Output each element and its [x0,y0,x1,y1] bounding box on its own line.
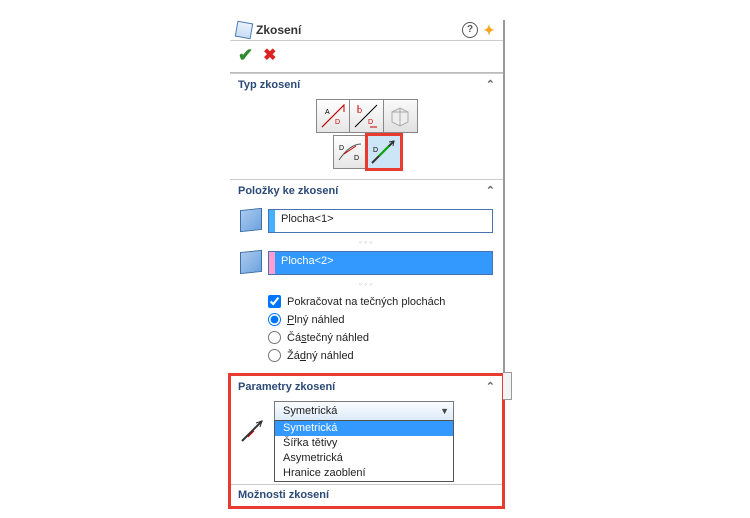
hold-line-icon [240,419,266,443]
symmetry-dropdown-list: Symetrická Šířka tětivy Asymetrická Hran… [274,420,454,482]
section-title-type: Typ zkosení [238,79,300,91]
side-tab[interactable] [503,372,512,400]
chevron-up-icon: ⌃ [486,380,495,393]
svg-text:A: A [325,109,330,116]
section-title-items: Položky ke zkosení [238,185,338,197]
symmetry-dropdown[interactable]: Symetrická ▼ [274,401,454,421]
dropdown-option[interactable]: Hranice zaoblení [275,466,453,481]
face-set-2-input[interactable]: Plocha<2> [268,251,493,275]
preview-full-input[interactable] [268,313,281,326]
svg-text:D: D [373,147,378,154]
preview-partial-label: Částečný náhled [287,332,369,344]
dropdown-option[interactable]: Asymetrická [275,451,453,466]
svg-text:D: D [335,119,340,126]
dropdown-option[interactable]: Šířka tětivy [275,436,453,451]
preview-full-radio[interactable]: Plný náhled [268,313,493,326]
section-header-type[interactable]: Typ zkosení ⌃ [230,74,503,95]
section-title-options: Možnosti zkosení [238,489,329,501]
svg-text:D: D [354,155,359,162]
section-header-options[interactable]: Možnosti zkosení [230,484,503,503]
resize-grip-icon[interactable]: ◦◦◦ [240,237,493,247]
symmetry-selected: Symetrická [283,405,337,417]
type-angle-distance[interactable]: AD [316,99,350,133]
chamfer-feature-icon [235,21,254,40]
chevron-up-icon: ⌃ [486,184,495,197]
tangent-propagation-input[interactable] [268,295,281,308]
tangent-propagation-label: Pokračovat na tečných plochách [287,296,445,308]
resize-grip-icon[interactable]: ◦◦◦ [240,279,493,289]
dropdown-option[interactable]: Symetrická [275,421,453,436]
tangent-propagation-checkbox[interactable]: Pokračovat na tečných plochách [268,295,493,308]
help-icon[interactable]: ? [462,22,478,38]
help-new-icon[interactable]: ✦ [481,22,497,38]
face-set-1-value: Plocha<1> [275,210,492,232]
ok-button[interactable]: ✔ [238,45,253,66]
preview-partial-input[interactable] [268,331,281,344]
preview-none-radio[interactable]: Žádný náhled [268,349,493,362]
section-header-items[interactable]: Položky ke zkosení ⌃ [230,180,503,201]
chevron-up-icon: ⌃ [486,78,495,91]
type-offset-face[interactable]: DD [333,135,367,169]
preview-partial-radio[interactable]: Částečný náhled [268,331,493,344]
face-set-2-icon [240,250,262,274]
preview-none-label: Žádný náhled [287,350,354,362]
face-set-1-icon [240,208,262,232]
cancel-button[interactable]: ✖ [263,45,276,66]
type-face-face[interactable]: D [367,135,401,169]
face-set-1-input[interactable]: Plocha<1> [268,209,493,233]
svg-text:D: D [368,119,373,126]
action-bar: ✔ ✖ [230,41,503,73]
preview-full-label: Plný náhled [287,314,345,326]
panel-title: Zkosení [256,23,301,37]
titlebar: Zkosení ? ✦ [230,20,503,41]
section-title-params: Parametry zkosení [238,381,335,393]
type-vertex[interactable] [384,99,418,133]
svg-text:D: D [339,145,344,152]
type-distance-distance[interactable]: DD [350,99,384,133]
chevron-down-icon: ▼ [440,406,449,416]
section-header-params[interactable]: Parametry zkosení ⌃ [230,376,503,397]
face-set-2-value: Plocha<2> [275,252,492,274]
preview-none-input[interactable] [268,349,281,362]
